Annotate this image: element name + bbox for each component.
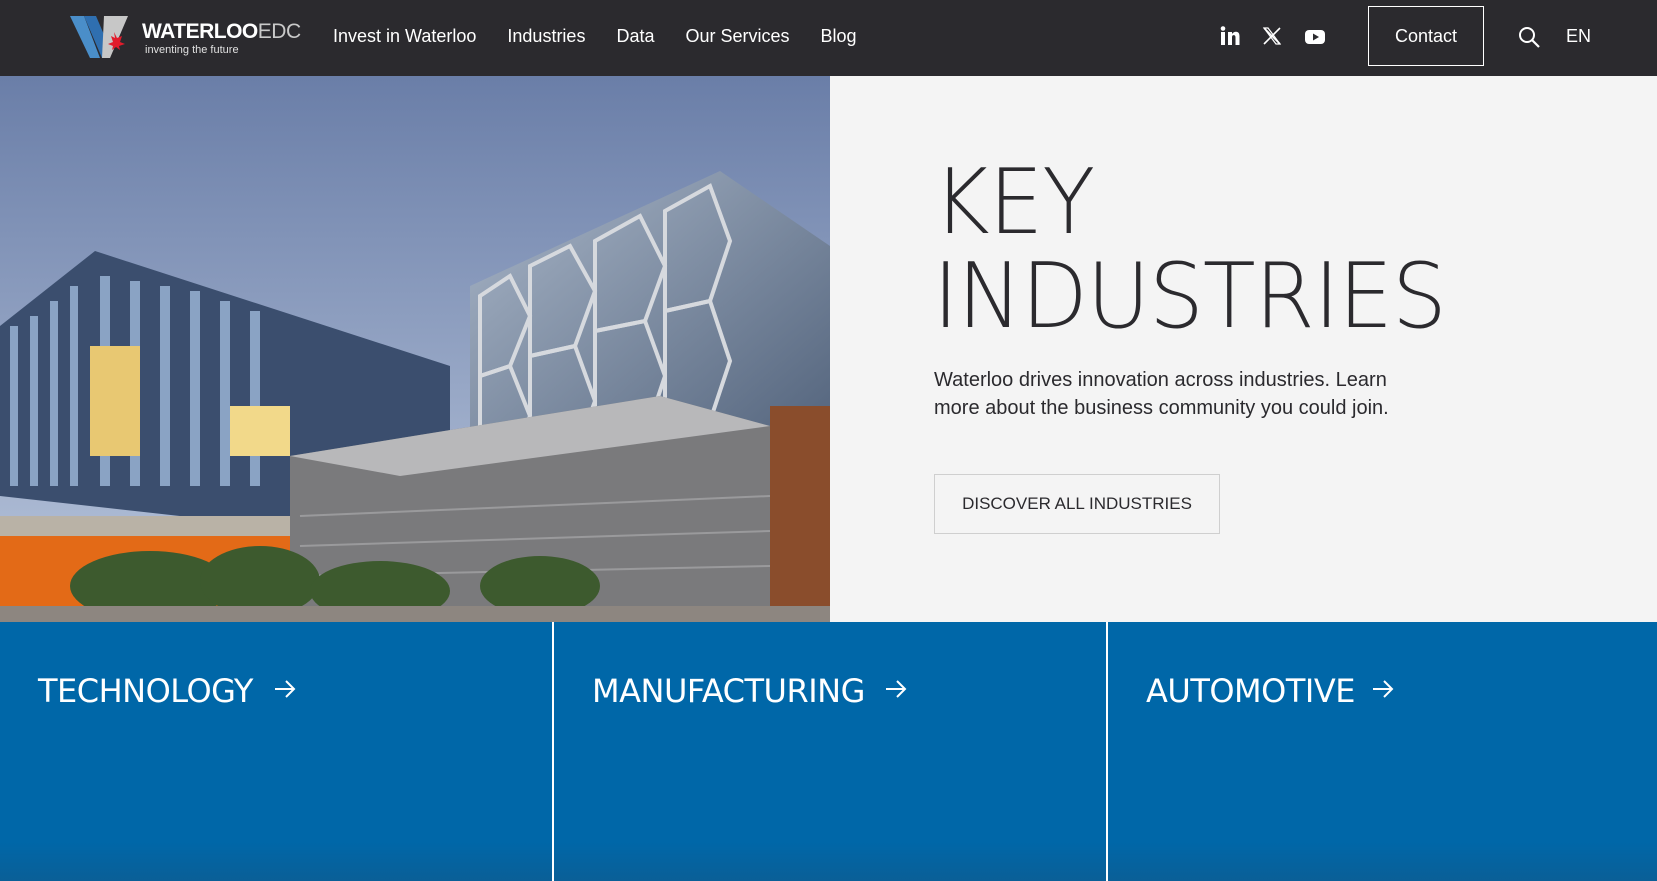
hero-title: KEY INDUSTRIES bbox=[933, 150, 1447, 349]
nav-blog[interactable]: Blog bbox=[821, 26, 857, 47]
nav-invest-in-waterloo[interactable]: Invest in Waterloo bbox=[333, 26, 476, 47]
hero-description: Waterloo drives innovation across indust… bbox=[934, 369, 1389, 419]
waterloo-w-logo-icon bbox=[70, 16, 128, 58]
nav-our-services[interactable]: Our Services bbox=[685, 26, 789, 47]
main-navigation: Invest in Waterloo Industries Data Our S… bbox=[333, 26, 857, 47]
linkedin-icon[interactable] bbox=[1220, 26, 1242, 48]
industry-card-manufacturing[interactable]: MANUFACTURING bbox=[554, 622, 1106, 881]
language-selector[interactable]: EN bbox=[1566, 26, 1591, 47]
social-links bbox=[1220, 26, 1326, 48]
waterloo-edc-logo[interactable]: WATERLOOEDC inventing the future bbox=[70, 14, 301, 60]
industry-cards: TECHNOLOGY MANUFACTURING AUTOMOTIVE bbox=[0, 622, 1657, 881]
x-icon[interactable] bbox=[1262, 26, 1284, 48]
youtube-icon[interactable] bbox=[1304, 26, 1326, 48]
top-navigation-bar: WATERLOOEDC inventing the future Invest … bbox=[0, 0, 1657, 76]
search-icon[interactable] bbox=[1517, 25, 1541, 49]
discover-all-industries-button[interactable]: DISCOVER ALL INDUSTRIES bbox=[934, 474, 1220, 534]
logo-wordmark: WATERLOOEDC bbox=[142, 20, 301, 43]
arrow-right-icon bbox=[1373, 680, 1394, 698]
hero-building-photo bbox=[0, 76, 830, 622]
arrow-right-icon bbox=[275, 680, 296, 698]
nav-data[interactable]: Data bbox=[616, 26, 654, 47]
industry-card-label: TECHNOLOGY bbox=[38, 672, 253, 710]
hero-title-line-2: INDUSTRIES bbox=[933, 244, 1447, 349]
industry-card-technology[interactable]: TECHNOLOGY bbox=[0, 622, 552, 881]
industry-card-label: AUTOMOTIVE bbox=[1146, 672, 1355, 710]
nav-industries[interactable]: Industries bbox=[507, 26, 585, 47]
industry-card-automotive[interactable]: AUTOMOTIVE bbox=[1108, 622, 1657, 881]
logo-tagline: inventing the future bbox=[145, 44, 239, 56]
contact-button[interactable]: Contact bbox=[1368, 6, 1484, 66]
hero-title-line-1: KEY bbox=[933, 150, 1095, 255]
hero-panel: KEY INDUSTRIES Waterloo drives innovatio… bbox=[830, 76, 1657, 622]
industry-card-label: MANUFACTURING bbox=[592, 672, 865, 710]
arrow-right-icon bbox=[886, 680, 907, 698]
